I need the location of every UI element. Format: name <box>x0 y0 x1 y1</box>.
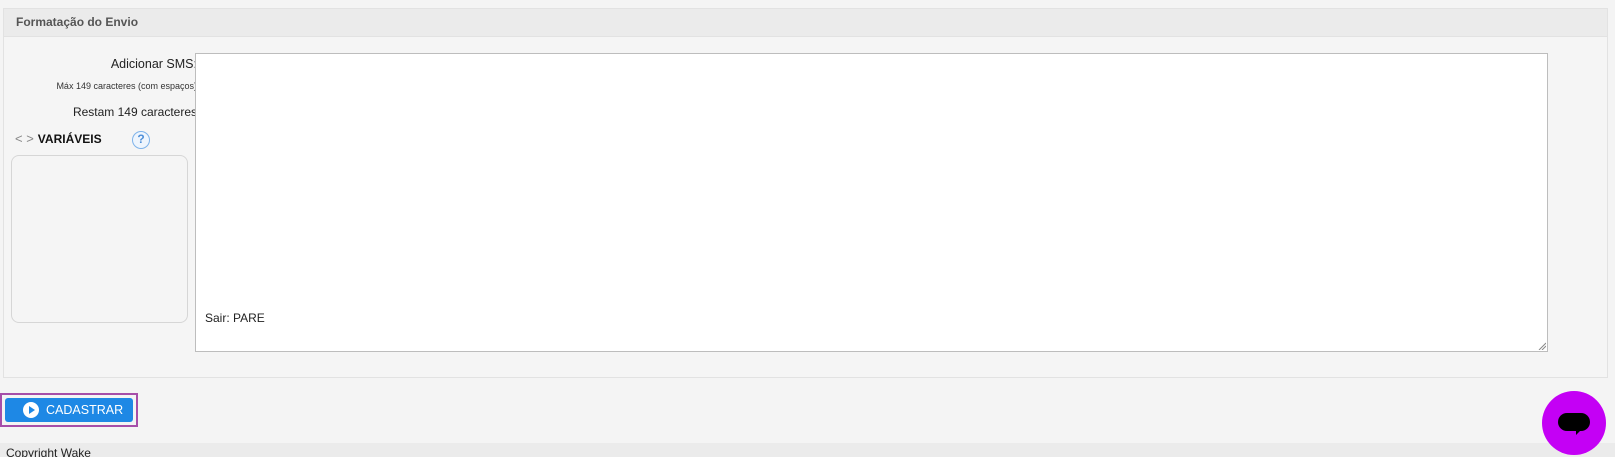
variables-header: < > VARIÁVEIS <box>15 131 102 146</box>
resize-grip-icon[interactable] <box>1538 342 1546 350</box>
page-footer: Copyright Wake <box>0 443 1615 457</box>
add-sms-label: Adicionar SMS: <box>110 57 197 71</box>
remaining-characters-label: Restam 149 caracteres <box>72 105 197 119</box>
code-brackets-icon: < > <box>15 131 34 146</box>
register-button-label: CADASTRAR <box>46 403 124 417</box>
chat-bubble-tail <box>1576 428 1583 435</box>
sms-opt-out-text: Sair: PARE <box>205 311 265 325</box>
chat-bubble-icon <box>1558 413 1590 431</box>
variables-list[interactable] <box>11 155 188 323</box>
max-characters-label: Máx 149 caracteres (com espaços) <box>56 81 197 91</box>
chat-button[interactable] <box>1542 391 1606 455</box>
sms-message-textarea[interactable]: Sair: PARE <box>195 53 1548 352</box>
sending-format-panel: Formatação do Envio Adicionar SMS: Máx 1… <box>3 8 1608 378</box>
question-circle-icon[interactable]: ? <box>132 131 150 149</box>
panel-title: Formatação do Envio <box>4 9 1607 37</box>
submit-button-highlight: CADASTRAR <box>0 393 138 427</box>
copyright-text: Copyright Wake <box>6 446 91 457</box>
register-button[interactable]: CADASTRAR <box>5 398 133 422</box>
variables-title: VARIÁVEIS <box>37 132 102 146</box>
play-circle-icon <box>23 402 39 418</box>
